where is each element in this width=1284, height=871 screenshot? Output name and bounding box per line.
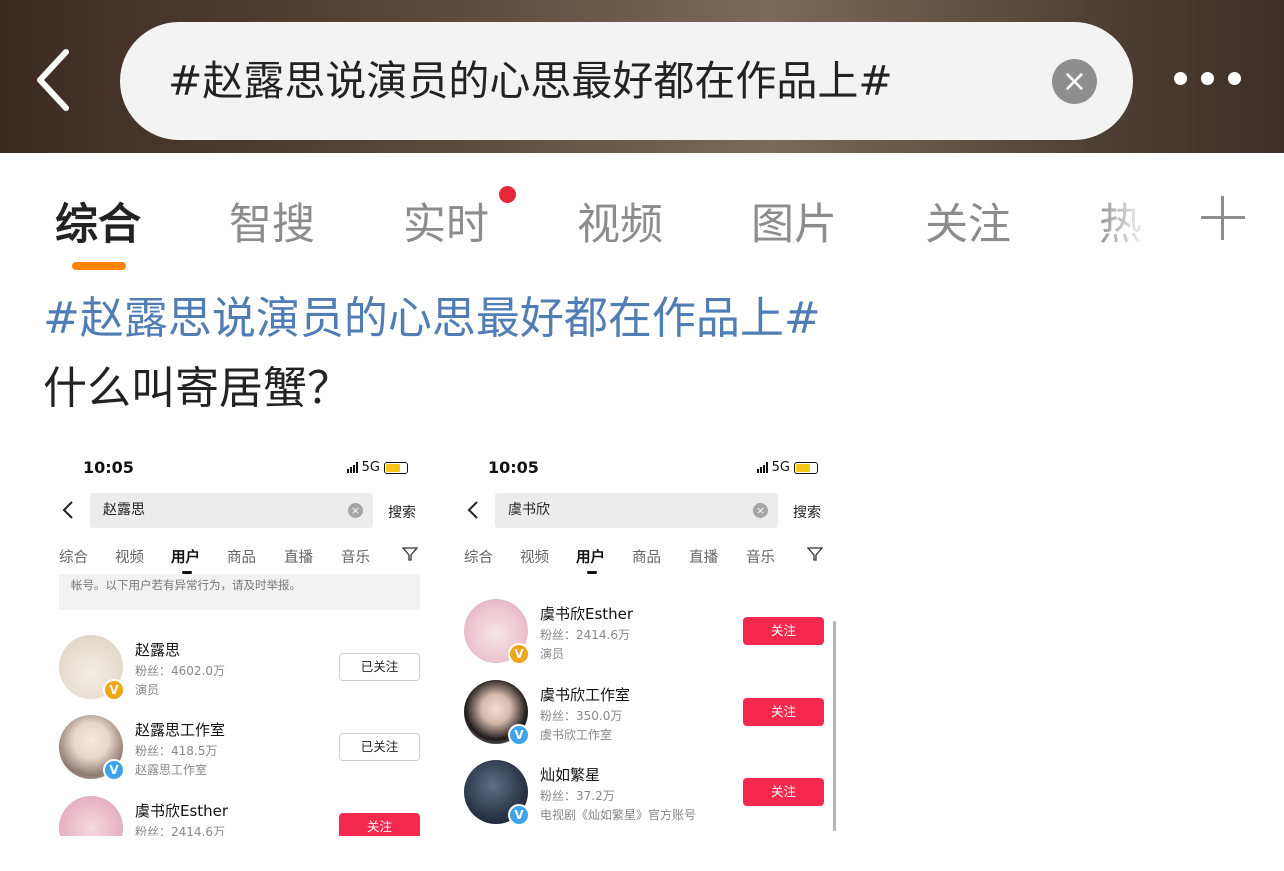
user-fans: 粉丝：2414.6万: [135, 825, 225, 836]
scrollbar: [833, 621, 836, 831]
user-name: 虞书欣工作室: [540, 686, 631, 704]
active-tab-indicator: [72, 262, 126, 270]
search-query-text[interactable]: #赵露思说演员的心思最好都在作品上#: [168, 22, 893, 140]
verified-badge-icon: V: [508, 804, 530, 826]
follow-button: 关注: [743, 778, 824, 806]
signal-icon: [756, 462, 768, 473]
mini-tab: 音乐: [341, 550, 370, 566]
tab-following[interactable]: 关注: [925, 190, 1011, 252]
avatar: V: [464, 760, 530, 826]
mini-clear-icon: ×: [753, 503, 768, 518]
status-indicators: 5G: [756, 460, 818, 475]
mini-search-query: 虞书欣: [508, 502, 550, 518]
search-input[interactable]: #赵露思说演员的心思最好都在作品上# ×: [120, 22, 1133, 140]
mini-search-button: 搜索: [388, 505, 416, 521]
post-hashtag-link[interactable]: #赵露思说演员的心思最好都在作品上#: [43, 282, 821, 346]
user-name: 虞书欣Esther: [540, 605, 634, 623]
add-tab-plus-icon[interactable]: [1201, 196, 1245, 240]
clear-icon[interactable]: ×: [1052, 59, 1097, 104]
mini-clear-icon: ×: [348, 503, 363, 518]
avatar: V: [464, 680, 530, 746]
mini-tab: 视频: [115, 550, 144, 566]
verified-badge-icon: V: [103, 679, 125, 701]
tab-smart-search[interactable]: 智搜: [229, 190, 315, 252]
signal-icon: [346, 462, 358, 473]
verified-badge-icon: V: [508, 724, 530, 746]
mini-tab: 视频: [520, 550, 549, 566]
user-name: 赵露思工作室: [135, 721, 226, 739]
post-image-2[interactable]: 10:05 5G 虞书欣 × 搜索 综合 视频 用户 商品 直播 音乐 V 虞书…: [450, 446, 840, 836]
mini-tab-underline: [587, 571, 597, 574]
verified-badge-icon: V: [508, 643, 530, 665]
tab-realtime[interactable]: 实时: [403, 190, 489, 252]
battery-icon: [794, 461, 818, 474]
follow-button: 关注: [743, 617, 824, 645]
avatar: [59, 796, 123, 836]
more-options-icon[interactable]: [1174, 72, 1241, 90]
mini-search-button: 搜索: [793, 505, 821, 521]
follow-button: 关注: [339, 813, 420, 836]
mini-tab: 商品: [632, 550, 661, 566]
mini-back-icon: [62, 501, 73, 519]
status-time: 10:05: [488, 458, 539, 477]
mini-search-query: 赵露思: [103, 502, 145, 518]
user-fans: 粉丝：418.5万: [135, 744, 218, 758]
tab-fade-overlay: [1095, 180, 1155, 250]
followed-button: 已关注: [339, 653, 420, 681]
user-fans: 粉丝：350.0万: [540, 709, 623, 723]
mini-tab: 综合: [59, 550, 88, 566]
notice-banner: 帐号。以下用户若有异常行为，请及时举报。: [59, 574, 420, 610]
new-content-dot: [499, 186, 516, 203]
mini-tab-active: 用户: [171, 550, 200, 566]
mini-tab: 音乐: [746, 550, 775, 566]
filter-icon: [402, 547, 418, 561]
mini-back-icon: [467, 501, 478, 519]
mini-tab: 综合: [464, 550, 493, 566]
user-fans: 粉丝：2414.6万: [540, 628, 630, 642]
mini-search-box: 赵露思 ×: [90, 493, 373, 528]
tab-comprehensive[interactable]: 综合: [55, 190, 141, 252]
mini-tab: 商品: [227, 550, 256, 566]
mini-tab: 直播: [284, 550, 313, 566]
mini-tab-active: 用户: [576, 550, 605, 566]
avatar: V: [464, 599, 530, 665]
user-desc: 演员: [540, 647, 565, 661]
notice-text: 帐号。以下用户若有异常行为，请及时举报。: [71, 578, 301, 592]
user-fans: 粉丝：4602.0万: [135, 664, 225, 678]
follow-button: 关注: [743, 698, 824, 726]
user-name: 虞书欣Esther: [135, 802, 229, 820]
verified-badge-icon: V: [103, 759, 125, 781]
status-time: 10:05: [83, 458, 134, 477]
avatar: V: [59, 715, 125, 781]
post-image-1[interactable]: 10:05 5G 赵露思 × 搜索 综合 视频 用户 商品 直播 音乐 帐号。以…: [45, 446, 430, 836]
user-name: 灿如繁星: [540, 766, 601, 784]
battery-icon: [384, 461, 408, 474]
user-name: 赵露思: [135, 641, 181, 659]
mini-search-box: 虞书欣 ×: [495, 493, 778, 528]
followed-button: 已关注: [339, 733, 420, 761]
avatar: V: [59, 635, 125, 701]
tab-images[interactable]: 图片: [751, 190, 837, 252]
user-fans: 粉丝：37.2万: [540, 789, 615, 803]
user-desc: 虞书欣工作室: [540, 728, 613, 742]
user-desc: 赵露思工作室: [135, 763, 208, 777]
filter-icon: [807, 547, 823, 561]
post-text: 什么叫寄居蟹？: [43, 363, 351, 414]
mini-tab: 直播: [689, 550, 718, 566]
network-label: 5G: [771, 460, 790, 475]
back-arrow-icon[interactable]: [30, 46, 78, 114]
tab-video[interactable]: 视频: [577, 190, 663, 252]
user-desc: 演员: [135, 683, 160, 697]
network-label: 5G: [361, 460, 380, 475]
search-header: #赵露思说演员的心思最好都在作品上# ×: [0, 0, 1284, 153]
user-desc: 电视剧《灿如繁星》官方账号: [540, 808, 697, 822]
status-indicators: 5G: [346, 460, 408, 475]
